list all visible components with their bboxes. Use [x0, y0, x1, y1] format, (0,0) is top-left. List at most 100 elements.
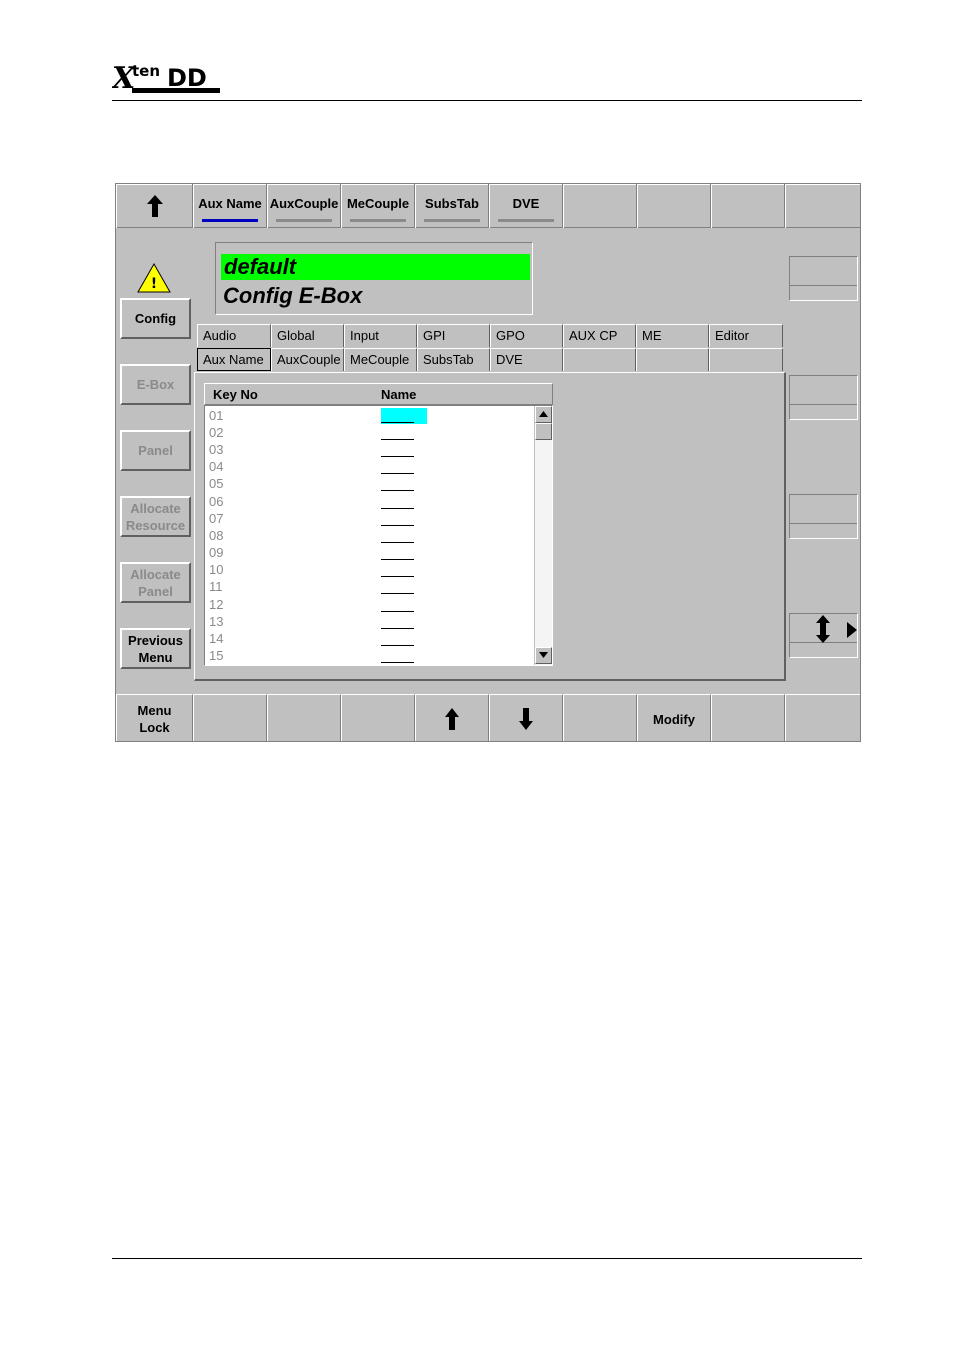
- name-field-underline: [381, 611, 414, 612]
- svg-text:ten: ten: [132, 62, 160, 80]
- tab-indicator: [350, 219, 406, 222]
- list-item[interactable]: 01: [209, 407, 223, 424]
- right-soft-button[interactable]: [789, 375, 858, 420]
- header-rule: [112, 100, 862, 101]
- scroll-up-button[interactable]: [535, 406, 552, 423]
- right-soft-button[interactable]: [789, 494, 858, 539]
- up-arrow-button[interactable]: [116, 184, 193, 228]
- svg-text:DD: DD: [167, 64, 207, 92]
- list-item[interactable]: 13: [209, 613, 223, 630]
- active-tab-indicator: [202, 219, 258, 222]
- tab-indicator: [276, 219, 332, 222]
- top-tab-label: SubsTab: [425, 196, 479, 211]
- divider: [790, 523, 857, 524]
- list-item[interactable]: 07: [209, 510, 223, 527]
- previous-menu-button[interactable]: Previous Menu: [120, 628, 191, 669]
- tab-me[interactable]: ME: [636, 324, 709, 347]
- svg-text:!: !: [151, 276, 157, 292]
- tab-empty[interactable]: [709, 348, 783, 371]
- list-item[interactable]: 10: [209, 561, 223, 578]
- scroll-down-icon: [539, 652, 548, 658]
- top-tab-auxcouple[interactable]: AuxCouple: [267, 184, 341, 228]
- list-item[interactable]: 06: [209, 493, 223, 510]
- name-field-underline: [381, 645, 414, 646]
- right-triangle-icon: [847, 622, 857, 638]
- scroll-down-page-button[interactable]: [489, 694, 563, 741]
- name-field-underline: [381, 542, 414, 543]
- name-field-underline: [381, 456, 414, 457]
- bottom-empty-cell[interactable]: [563, 694, 637, 741]
- scroll-up-page-button[interactable]: [415, 694, 489, 741]
- name-field-underline: [381, 525, 414, 526]
- bottom-empty-cell[interactable]: [785, 694, 860, 741]
- allocate-resource-button[interactable]: Allocate Resource: [120, 496, 191, 537]
- tab-aux-cp[interactable]: AUX CP: [563, 324, 636, 347]
- list-item[interactable]: 08: [209, 527, 223, 544]
- tab-empty[interactable]: [563, 348, 636, 371]
- top-empty-cell[interactable]: [785, 184, 860, 228]
- divider: [790, 404, 857, 405]
- tab-audio[interactable]: Audio: [197, 324, 271, 347]
- warning-triangle-icon: !: [137, 263, 171, 293]
- right-adjust-control[interactable]: [789, 613, 858, 658]
- allocate-panel-button[interactable]: Allocate Panel: [120, 562, 191, 603]
- top-empty-cell[interactable]: [711, 184, 785, 228]
- ebox-button[interactable]: E-Box: [120, 364, 191, 405]
- name-field-underline: [381, 439, 414, 440]
- list-item[interactable]: 11: [209, 578, 223, 595]
- top-tab-label: AuxCouple: [269, 196, 339, 211]
- top-tab-mecouple[interactable]: MeCouple: [341, 184, 415, 228]
- tab-global[interactable]: Global: [271, 324, 344, 347]
- aux-name-list[interactable]: 01 02 03 04 05 06 07 08 09 10 11 12 13 1…: [204, 405, 553, 666]
- tab-mecouple[interactable]: MeCouple: [344, 348, 417, 371]
- modify-button[interactable]: Modify: [637, 694, 711, 741]
- title-box: default Config E-Box: [215, 242, 533, 315]
- bottom-empty-cell[interactable]: [341, 694, 415, 741]
- tab-gpi[interactable]: GPI: [417, 324, 490, 347]
- config-button[interactable]: Config: [120, 298, 191, 339]
- tab-aux-name[interactable]: Aux Name: [197, 348, 271, 371]
- name-field-underline: [381, 508, 414, 509]
- bottom-empty-cell[interactable]: [193, 694, 267, 741]
- scroll-thumb[interactable]: [535, 423, 552, 440]
- tab-substab[interactable]: SubsTab: [417, 348, 490, 371]
- name-field-underline: [381, 559, 414, 560]
- list-item[interactable]: 12: [209, 596, 223, 613]
- list-item[interactable]: 02: [209, 424, 223, 441]
- name-field-underline: [381, 628, 414, 629]
- tab-indicator: [498, 219, 554, 222]
- tab-gpo[interactable]: GPO: [490, 324, 563, 347]
- menu-lock-button[interactable]: Menu Lock: [116, 694, 193, 741]
- vertical-scrollbar[interactable]: [534, 406, 552, 665]
- panel-button[interactable]: Panel: [120, 430, 191, 471]
- name-field-underline: [381, 490, 414, 491]
- top-tab-label: Aux Name: [198, 196, 262, 211]
- top-empty-cell[interactable]: [637, 184, 711, 228]
- top-tab-substab[interactable]: SubsTab: [415, 184, 489, 228]
- list-item[interactable]: 05: [209, 475, 223, 492]
- list-item[interactable]: 14: [209, 630, 223, 647]
- bottom-empty-cell[interactable]: [267, 694, 341, 741]
- tab-empty[interactable]: [636, 348, 709, 371]
- list-item[interactable]: 09: [209, 544, 223, 561]
- tab-auxcouple[interactable]: AuxCouple: [271, 348, 344, 371]
- up-down-arrow-icon: [816, 615, 830, 643]
- top-tab-dve[interactable]: DVE: [489, 184, 563, 228]
- name-field-underline: [381, 473, 414, 474]
- scroll-down-button[interactable]: [535, 647, 552, 664]
- top-tab-label: DVE: [512, 196, 540, 211]
- list-item[interactable]: 15: [209, 647, 223, 664]
- list-item[interactable]: 04: [209, 458, 223, 475]
- bottom-empty-cell[interactable]: [711, 694, 785, 741]
- down-arrow-icon: [519, 708, 533, 730]
- title-default: default: [221, 254, 530, 280]
- list-item[interactable]: 03: [209, 441, 223, 458]
- right-soft-button[interactable]: [789, 256, 858, 301]
- tab-editor[interactable]: Editor: [709, 324, 783, 347]
- tab-input[interactable]: Input: [344, 324, 417, 347]
- name-field-underline: [381, 576, 414, 577]
- top-empty-cell[interactable]: [563, 184, 637, 228]
- footer-rule: [112, 1258, 862, 1259]
- top-tab-aux-name[interactable]: Aux Name: [193, 184, 267, 228]
- tab-dve[interactable]: DVE: [490, 348, 563, 371]
